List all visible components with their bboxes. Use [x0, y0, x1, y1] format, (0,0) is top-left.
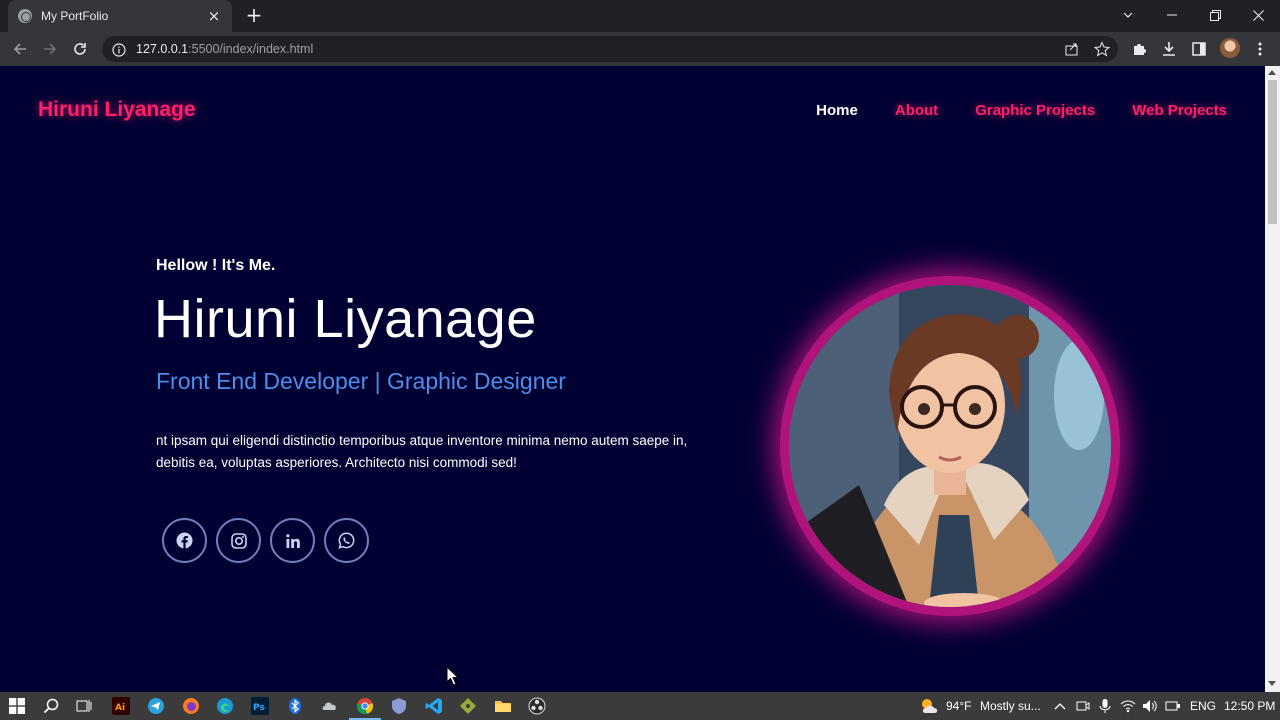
restore-button[interactable] [1193, 0, 1237, 30]
url-path: :5500/index/index.html [188, 42, 314, 56]
tab-title: My PortFolio [41, 9, 109, 23]
address-bar[interactable]: 127.0.0.1:5500/index/index.html [102, 36, 1118, 62]
tab-search-icon[interactable] [1106, 0, 1150, 30]
windows-start-icon[interactable] [7, 696, 27, 716]
bluetooth-icon[interactable] [285, 696, 305, 716]
facebook-link[interactable] [162, 518, 207, 563]
telegram-icon[interactable] [146, 696, 166, 716]
page-viewport: Hiruni Liyanage Home About Graphic Proje… [0, 66, 1265, 692]
browser-menu-icon[interactable] [1250, 39, 1270, 59]
speaker-icon[interactable] [1140, 696, 1160, 716]
page-scrollbar[interactable] [1265, 66, 1280, 692]
site-logo[interactable]: Hiruni Liyanage [38, 98, 196, 122]
file-explorer-icon[interactable] [493, 696, 513, 716]
system-clock[interactable]: 12:50 PM [1224, 699, 1275, 713]
wifi-icon[interactable] [1118, 696, 1138, 716]
task-view-icon[interactable] [74, 696, 94, 716]
new-tab-button[interactable]: + [243, 4, 265, 26]
scroll-up-arrow-icon[interactable] [1268, 70, 1276, 75]
windows-taskbar: Ai Ps 94°F Mostly su... ENG 12:50 PM [0, 692, 1280, 720]
instagram-link[interactable] [216, 518, 261, 563]
git-app-icon[interactable] [458, 696, 478, 716]
instagram-icon [230, 532, 247, 549]
nav-home[interactable]: Home [816, 102, 858, 119]
language-indicator[interactable]: ENG [1190, 699, 1216, 713]
side-panel-icon[interactable] [1189, 39, 1209, 59]
browser-titlebar: My PortFolio × + [0, 0, 1280, 32]
facebook-icon [176, 532, 193, 549]
weather-temperature[interactable]: 94°F [946, 699, 971, 713]
svg-text:Ps: Ps [253, 703, 265, 713]
meet-now-icon[interactable] [1073, 696, 1093, 716]
chrome-icon[interactable] [349, 696, 381, 720]
nav-about[interactable]: About [895, 102, 938, 119]
search-icon[interactable] [41, 696, 61, 716]
linkedin-icon [285, 533, 301, 549]
illustrator-icon[interactable]: Ai [111, 696, 131, 716]
tab-close-icon[interactable]: × [206, 7, 222, 25]
info-icon[interactable] [112, 42, 126, 57]
chevron-up-icon[interactable] [1050, 696, 1070, 716]
network-icon[interactable] [1163, 696, 1183, 716]
firefox-icon[interactable] [181, 696, 201, 716]
obs-app-icon[interactable] [527, 696, 547, 716]
close-window-button[interactable] [1236, 0, 1280, 30]
browser-tab[interactable]: My PortFolio × [8, 0, 232, 32]
photoshop-icon[interactable]: Ps [250, 696, 270, 716]
profile-portrait [789, 285, 1111, 607]
scroll-down-arrow-icon[interactable] [1268, 681, 1276, 686]
bookmark-star-icon[interactable] [1092, 39, 1112, 59]
url-host: 127.0.0.1 [136, 42, 189, 56]
edge-icon[interactable] [215, 696, 235, 716]
weather-sun-icon[interactable] [919, 696, 939, 716]
vscode-icon[interactable] [424, 696, 444, 716]
nav-web-projects[interactable]: Web Projects [1132, 102, 1227, 119]
social-links [162, 518, 369, 563]
hero-role: Front End Developer | Graphic Designer [156, 368, 566, 394]
linkedin-link[interactable] [270, 518, 315, 563]
download-icon[interactable] [1159, 39, 1179, 59]
hero-name: Hiruni Liyanage [154, 289, 537, 349]
forward-arrow-icon[interactable] [39, 38, 61, 60]
reload-icon[interactable] [69, 38, 91, 60]
back-arrow-icon[interactable] [9, 38, 31, 60]
main-nav: Home About Graphic Projects Web Projects [816, 102, 1227, 119]
shield-app-icon[interactable] [389, 696, 409, 716]
extensions-puzzle-icon[interactable] [1129, 39, 1149, 59]
hero-description: nt ipsam qui eligendi distinctio tempori… [156, 433, 688, 470]
hero-greeting: Hellow ! It's Me. [156, 257, 276, 274]
minimize-button[interactable] [1150, 0, 1194, 30]
svg-text:Ai: Ai [115, 703, 125, 713]
share-icon[interactable] [1062, 39, 1082, 59]
browser-toolbar: 127.0.0.1:5500/index/index.html [0, 32, 1280, 66]
globe-icon [18, 9, 32, 23]
whatsapp-link[interactable] [324, 518, 369, 563]
whatsapp-icon [338, 532, 355, 549]
nav-graphic-projects[interactable]: Graphic Projects [975, 102, 1095, 119]
microphone-icon[interactable] [1095, 696, 1115, 716]
profile-avatar[interactable] [1220, 38, 1240, 58]
scroll-thumb[interactable] [1268, 80, 1277, 224]
weather-description[interactable]: Mostly su... [980, 699, 1041, 713]
cloud-app-icon[interactable] [320, 696, 340, 716]
